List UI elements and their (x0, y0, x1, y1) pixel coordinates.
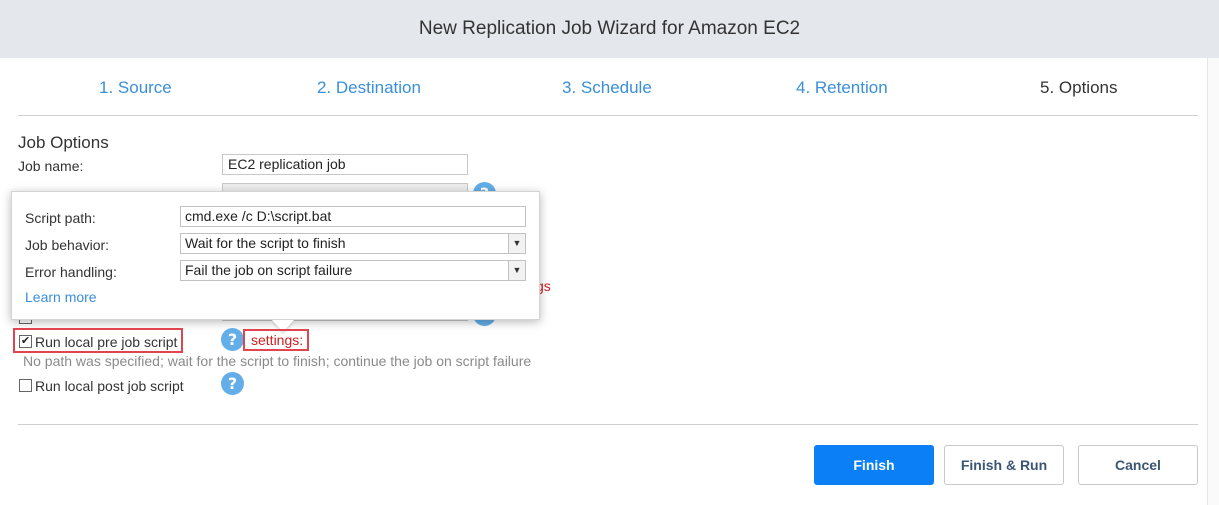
job-behavior-select[interactable]: Wait for the script to finish ▼ (180, 233, 526, 254)
learn-more-link[interactable]: Learn more (25, 289, 97, 305)
post-script-label[interactable]: Run local post job script (35, 378, 184, 394)
cancel-button[interactable]: Cancel (1078, 445, 1198, 485)
post-script-checkbox[interactable] (19, 379, 32, 392)
job-options-title: Job Options (18, 133, 109, 152)
error-handling-value: Fail the job on script failure (185, 262, 353, 278)
wizard-title-bar: New Replication Job Wizard for Amazon EC… (0, 0, 1219, 58)
job-behavior-value: Wait for the script to finish (185, 235, 346, 251)
script-path-input[interactable]: cmd.exe /c D:\script.bat (180, 206, 526, 227)
help-icon[interactable]: ? (221, 372, 244, 395)
pre-script-checkbox[interactable]: ✔ (19, 335, 32, 348)
script-path-label: Script path: (25, 210, 96, 226)
pre-script-label[interactable]: Run local pre job script (35, 334, 177, 350)
scrollbar[interactable] (1207, 58, 1219, 505)
error-handling-select[interactable]: Fail the job on script failure ▼ (180, 260, 526, 281)
job-name-input[interactable]: EC2 replication job (222, 154, 468, 175)
chevron-down-icon[interactable]: ▼ (508, 261, 525, 280)
wizard-steps: 1. Source 2. Destination 3. Schedule 4. … (18, 70, 1198, 116)
step-options[interactable]: 5. Options (1040, 78, 1118, 98)
wizard-title: New Replication Job Wizard for Amazon EC… (418, 18, 801, 39)
step-source[interactable]: 1. Source (99, 78, 172, 98)
step-destination[interactable]: 2. Destination (317, 78, 421, 98)
footer-divider (18, 424, 1198, 425)
chevron-down-icon[interactable]: ▼ (508, 234, 525, 253)
error-handling-label: Error handling: (25, 264, 117, 280)
pre-script-settings-link[interactable]: settings: (251, 332, 303, 348)
pre-script-hint: No path was specified; wait for the scri… (23, 353, 532, 369)
help-icon[interactable]: ? (221, 328, 244, 351)
step-retention[interactable]: 4. Retention (796, 78, 888, 98)
job-name-label: Job name: (18, 158, 84, 174)
script-settings-popup: Script path: cmd.exe /c D:\script.bat Jo… (11, 191, 540, 332)
checkmark-icon: ✔ (20, 335, 31, 347)
finish-button[interactable]: Finish (814, 445, 934, 485)
step-schedule[interactable]: 3. Schedule (562, 78, 652, 98)
job-behavior-label: Job behavior: (25, 237, 110, 253)
finish-and-run-button[interactable]: Finish & Run (944, 445, 1064, 485)
